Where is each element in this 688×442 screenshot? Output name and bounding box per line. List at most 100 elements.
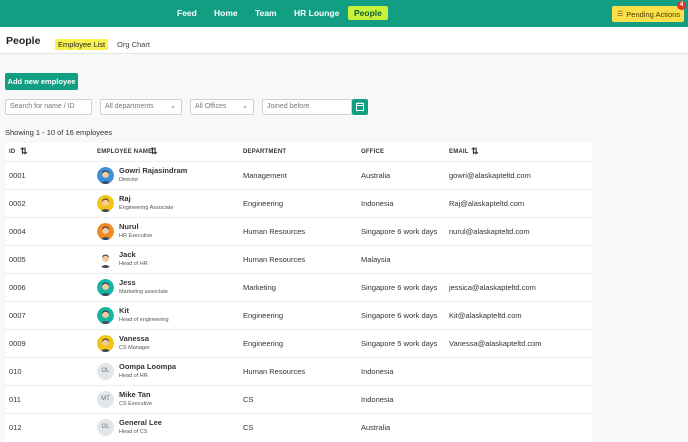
avatar xyxy=(97,307,114,324)
cell-id: 0005 xyxy=(9,255,26,264)
cell-office: Singapore 5 work days xyxy=(361,339,438,348)
cell-email: jessica@alaskapteltd.com xyxy=(449,283,536,292)
cell-office: Indonesia xyxy=(361,367,394,376)
tab-org-chart[interactable]: Org Chart xyxy=(117,40,150,49)
avatar-initials: GL xyxy=(97,419,114,436)
tab-employee-list[interactable]: Employee List xyxy=(55,39,109,50)
cell-office: Singapore 6 work days xyxy=(361,227,438,236)
table-row[interactable]: 011 MT Mike Tan CS Executive CS Indonesia xyxy=(5,385,592,413)
table-row[interactable]: 0001 Gowri Rajasindram Director Management A… xyxy=(5,161,592,189)
nav-feed[interactable]: Feed xyxy=(177,7,197,19)
nav-hr-lounge[interactable]: HR Lounge xyxy=(294,7,339,19)
cell-department: Marketing xyxy=(243,283,276,292)
employee-name[interactable]: Gowri Rajasindram xyxy=(119,166,187,175)
cell-id: 0004 xyxy=(9,227,26,236)
cell-office: Malaysia xyxy=(361,255,391,264)
employee-title: Head of CS xyxy=(119,429,148,435)
header-department: DEPARTMENT xyxy=(243,149,287,155)
employee-title: Head of HR xyxy=(119,373,148,379)
cell-email: Raj@alaskapteltd.com xyxy=(449,199,525,208)
employee-title: Engineering Associate xyxy=(119,205,174,211)
table-row[interactable]: 0002 Raj Engineering Associate Engineering I… xyxy=(5,189,592,217)
employee-name[interactable]: General Lee xyxy=(119,418,162,427)
chevron-down-icon: ⌄ xyxy=(242,103,248,110)
table-row[interactable]: 010 OL Oompa Loompa Head of HR Human Resourc… xyxy=(5,357,592,385)
cell-id: 0001 xyxy=(9,171,26,180)
nav-team[interactable]: Team xyxy=(255,7,277,19)
cell-id: 010 xyxy=(9,367,22,376)
cell-department: CS xyxy=(243,395,254,404)
pending-count-badge: 4 xyxy=(677,1,686,10)
avatar xyxy=(97,335,114,352)
table-row[interactable]: 0005 Jack Head of HR Human Resources Malaysi… xyxy=(5,245,592,273)
cell-id: 0007 xyxy=(9,311,26,320)
avatar-initials: MT xyxy=(97,391,114,408)
employee-name[interactable]: Kit xyxy=(119,306,129,315)
cell-department: Human Resources xyxy=(243,255,306,264)
cell-office: Singapore 6 work days xyxy=(361,283,438,292)
table-row[interactable]: 0006 Jess Marketing associate Marketing Sing… xyxy=(5,273,592,301)
pending-actions-button[interactable]: ☰ Pending Actions xyxy=(612,6,684,22)
cell-department: Engineering xyxy=(243,311,284,320)
pending-actions-label: Pending Actions xyxy=(626,9,681,19)
employee-name[interactable]: Raj xyxy=(119,194,131,203)
employee-name[interactable]: Oompa Loompa xyxy=(119,362,176,371)
sort-icon[interactable]: ⇅ xyxy=(471,146,479,157)
add-employee-button[interactable]: Add new employee xyxy=(5,73,78,90)
employee-title: HR Executive xyxy=(119,233,153,239)
cell-office: Indonesia xyxy=(361,199,394,208)
table-row[interactable]: 0004 Nurul HR Executive Human Resources Sing… xyxy=(5,217,592,245)
results-count: Showing 1 - 10 of 16 employees xyxy=(5,128,113,137)
employee-name[interactable]: Mike Tan xyxy=(119,390,151,399)
cell-email: Vanessa@alaskapteltd.com xyxy=(449,339,542,348)
employee-name[interactable]: Jess xyxy=(119,278,136,287)
table-row[interactable]: 0009 Vanessa CS Manager Engineering Singapor… xyxy=(5,329,592,357)
cell-office: Indonesia xyxy=(361,395,394,404)
joined-before-input[interactable]: Joined before xyxy=(262,99,352,115)
table-row[interactable]: 0007 Kit Head of engineering Engineering Sin… xyxy=(5,301,592,329)
page-title: People xyxy=(6,35,41,47)
employee-title: CS Manager xyxy=(119,345,150,351)
list-icon: ☰ xyxy=(617,11,624,18)
calendar-button[interactable] xyxy=(352,99,368,115)
employee-name[interactable]: Nurul xyxy=(119,222,139,231)
cell-department: Engineering xyxy=(243,339,284,348)
cell-office: Australia xyxy=(361,423,391,432)
cell-office: Australia xyxy=(361,171,391,180)
sort-icon[interactable]: ⇅ xyxy=(20,146,28,157)
avatar xyxy=(97,223,114,240)
employee-title: Director xyxy=(119,177,139,183)
header-id: ID xyxy=(9,149,16,155)
cell-email: nurul@alaskapteltd.com xyxy=(449,227,530,236)
avatar-initials: OL xyxy=(97,363,114,380)
cell-department: Management xyxy=(243,171,287,180)
search-input[interactable]: Search for name / ID xyxy=(5,99,92,115)
cell-email: Kit@alaskapteltd.com xyxy=(449,311,522,320)
cell-department: Human Resources xyxy=(243,227,306,236)
sort-icon[interactable]: ⇅ xyxy=(150,146,158,157)
top-nav: Feed Home Team HR Lounge People ☰ Pendin… xyxy=(0,0,688,27)
avatar xyxy=(97,251,114,268)
header-email: EMAIL xyxy=(449,149,469,155)
header-office: OFFICE xyxy=(361,149,385,155)
employee-name[interactable]: Jack xyxy=(119,250,136,259)
avatar xyxy=(97,167,114,184)
nav-home[interactable]: Home xyxy=(214,7,238,19)
cell-email: gowri@alaskapteltd.com xyxy=(449,171,531,180)
cell-id: 0009 xyxy=(9,339,26,348)
employee-name[interactable]: Vanessa xyxy=(119,334,149,343)
office-select-value: All Offices xyxy=(195,103,227,110)
cell-id: 011 xyxy=(9,395,21,404)
cell-department: CS xyxy=(243,423,254,432)
calendar-icon xyxy=(356,102,364,111)
department-select[interactable]: All departments ⌄ xyxy=(100,99,182,115)
department-select-value: All departments xyxy=(105,103,154,110)
nav-people[interactable]: People xyxy=(348,6,388,20)
table-row[interactable]: 012 GL General Lee Head of CS CS Australia xyxy=(5,413,592,441)
chevron-down-icon: ⌄ xyxy=(170,103,176,110)
cell-department: Engineering xyxy=(243,199,284,208)
avatar xyxy=(97,279,114,296)
office-select[interactable]: All Offices ⌄ xyxy=(190,99,254,115)
employee-title: Head of engineering xyxy=(119,317,169,323)
employee-title: CS Executive xyxy=(119,401,153,407)
